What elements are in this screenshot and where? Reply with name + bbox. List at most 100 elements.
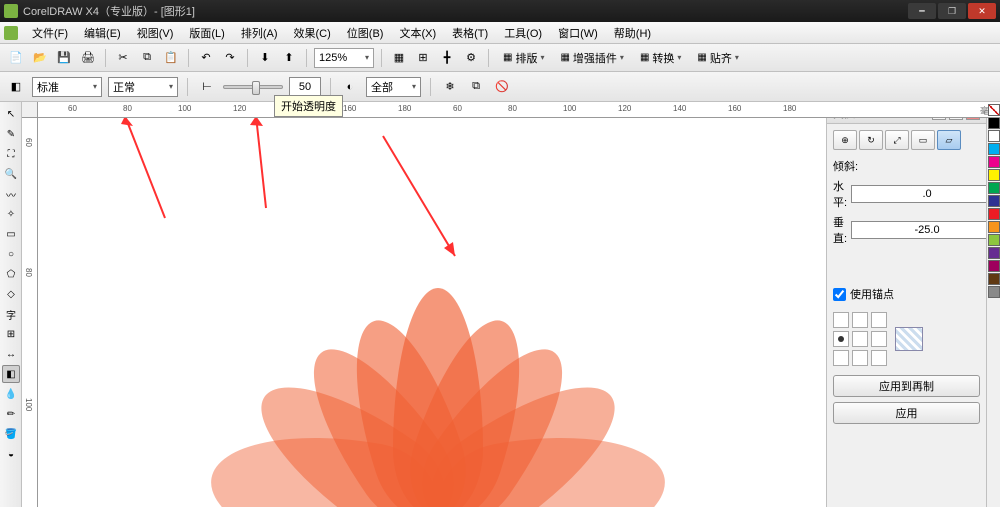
anchor-br[interactable] bbox=[871, 350, 887, 366]
menu-文件[interactable]: 文件(F) bbox=[24, 23, 76, 43]
guides-icon[interactable]: ╋ bbox=[437, 48, 457, 68]
save-icon[interactable]: 💾 bbox=[54, 48, 74, 68]
new-icon[interactable]: 📄 bbox=[6, 48, 26, 68]
clear-icon[interactable]: 🚫 bbox=[492, 77, 512, 97]
interactive-tool[interactable]: ◧ bbox=[2, 365, 20, 383]
skew-tab[interactable]: ▱ bbox=[937, 130, 961, 150]
blend-mode-select[interactable]: 正常 bbox=[108, 77, 178, 97]
close-button[interactable]: ✕ bbox=[968, 3, 996, 19]
smart-tool[interactable]: ✧ bbox=[2, 205, 20, 223]
toolbar-转换[interactable]: ▦ 转换▾ bbox=[633, 48, 688, 68]
anchor-bl[interactable] bbox=[833, 350, 849, 366]
undo-icon[interactable]: ↶ bbox=[196, 48, 216, 68]
color-swatch[interactable] bbox=[988, 273, 1000, 285]
print-icon[interactable]: 🖨 bbox=[78, 48, 98, 68]
color-swatch[interactable] bbox=[988, 247, 1000, 259]
toolbar-增强插件[interactable]: ▦ 增强插件▾ bbox=[553, 48, 630, 68]
maximize-button[interactable]: ❐ bbox=[938, 3, 966, 19]
size-tab[interactable]: ▭ bbox=[911, 130, 935, 150]
color-swatch[interactable] bbox=[988, 286, 1000, 298]
transparency-value-input[interactable] bbox=[289, 77, 321, 97]
transparency-tool-icon[interactable]: ◧ bbox=[6, 77, 26, 97]
color-swatch[interactable] bbox=[988, 234, 1000, 246]
import-icon[interactable]: ⬇ bbox=[255, 48, 275, 68]
toolbar-排版[interactable]: ▦ 排版▾ bbox=[496, 48, 551, 68]
basic-shapes-tool[interactable]: ◇ bbox=[2, 285, 20, 303]
color-swatch[interactable] bbox=[988, 130, 1000, 142]
menu-视图[interactable]: 视图(V) bbox=[129, 23, 182, 43]
anchor-grid[interactable] bbox=[833, 312, 887, 366]
rectangle-tool[interactable]: ▭ bbox=[2, 225, 20, 243]
menu-窗口[interactable]: 窗口(W) bbox=[550, 23, 606, 43]
options-icon[interactable]: ⚙ bbox=[461, 48, 481, 68]
crop-tool[interactable]: ⛶ bbox=[2, 145, 20, 163]
apply-button[interactable]: 应用 bbox=[833, 402, 980, 424]
horizontal-input[interactable] bbox=[851, 185, 1000, 203]
rotate-tab[interactable]: ↻ bbox=[859, 130, 883, 150]
color-swatch[interactable] bbox=[988, 156, 1000, 168]
menu-版面[interactable]: 版面(L) bbox=[181, 23, 232, 43]
open-icon[interactable]: 📂 bbox=[30, 48, 50, 68]
ellipse-tool[interactable]: ○ bbox=[2, 245, 20, 263]
color-swatch[interactable] bbox=[988, 221, 1000, 233]
scale-tab[interactable]: ⤢ bbox=[885, 130, 909, 150]
anchor-bc[interactable] bbox=[852, 350, 868, 366]
freehand-tool[interactable]: 〰 bbox=[2, 185, 20, 203]
color-swatch[interactable] bbox=[988, 195, 1000, 207]
snap-icon[interactable]: ▦ bbox=[389, 48, 409, 68]
menu-工具[interactable]: 工具(O) bbox=[496, 23, 550, 43]
copy-icon[interactable]: ⧉ bbox=[137, 48, 157, 68]
anchor-tc[interactable] bbox=[852, 312, 868, 328]
redo-icon[interactable]: ↷ bbox=[220, 48, 240, 68]
anchor-tl[interactable] bbox=[833, 312, 849, 328]
vertical-input[interactable] bbox=[851, 221, 1000, 239]
color-swatch[interactable] bbox=[988, 143, 1000, 155]
export-icon[interactable]: ⬆ bbox=[279, 48, 299, 68]
zoom-tool[interactable]: 🔍 bbox=[2, 165, 20, 183]
target-icon[interactable]: ◐ bbox=[340, 77, 360, 97]
fill-tool[interactable]: 🪣 bbox=[2, 425, 20, 443]
toolbar-贴齐[interactable]: ▦ 贴齐▾ bbox=[690, 48, 745, 68]
text-tool[interactable]: 字 bbox=[2, 305, 20, 323]
shape-tool[interactable]: ✎ bbox=[2, 125, 20, 143]
menu-效果[interactable]: 效果(C) bbox=[286, 23, 339, 43]
polygon-tool[interactable]: ⬠ bbox=[2, 265, 20, 283]
table-tool[interactable]: ⊞ bbox=[2, 325, 20, 343]
anchor-checkbox[interactable] bbox=[833, 288, 846, 301]
pick-tool[interactable]: ↖ bbox=[2, 105, 20, 123]
cut-icon[interactable]: ✂ bbox=[113, 48, 133, 68]
zoom-select[interactable]: 125% bbox=[314, 48, 374, 68]
transparency-type-select[interactable]: 标准 bbox=[32, 77, 102, 97]
scope-select[interactable]: 全部 bbox=[366, 77, 421, 97]
no-fill-swatch[interactable] bbox=[988, 104, 1000, 116]
copy-props-icon[interactable]: ⧉ bbox=[466, 77, 486, 97]
menu-文本[interactable]: 文本(X) bbox=[391, 23, 444, 43]
menu-编辑[interactable]: 编辑(E) bbox=[76, 23, 129, 43]
minimize-button[interactable]: ━ bbox=[908, 3, 936, 19]
menu-表格[interactable]: 表格(T) bbox=[444, 23, 496, 43]
apply-duplicate-button[interactable]: 应用到再制 bbox=[833, 375, 980, 397]
interactive-fill-tool[interactable]: ◒ bbox=[2, 445, 20, 463]
dimension-tool[interactable]: ↔ bbox=[2, 345, 20, 363]
grid-icon[interactable]: ⊞ bbox=[413, 48, 433, 68]
eyedropper-tool[interactable]: 💧 bbox=[2, 385, 20, 403]
edge-left-icon[interactable]: ⊢ bbox=[197, 77, 217, 97]
anchor-tr[interactable] bbox=[871, 312, 887, 328]
anchor-ml[interactable] bbox=[833, 331, 849, 347]
canvas[interactable] bbox=[38, 118, 826, 507]
ruler-origin[interactable] bbox=[22, 102, 38, 118]
anchor-mr[interactable] bbox=[871, 331, 887, 347]
color-swatch[interactable] bbox=[988, 182, 1000, 194]
color-swatch[interactable] bbox=[988, 169, 1000, 181]
position-tab[interactable]: ⊕ bbox=[833, 130, 857, 150]
transparency-slider[interactable] bbox=[223, 85, 283, 89]
anchor-mc[interactable] bbox=[852, 331, 868, 347]
paste-icon[interactable]: 📋 bbox=[161, 48, 181, 68]
menu-位图[interactable]: 位图(B) bbox=[339, 23, 392, 43]
color-swatch[interactable] bbox=[988, 208, 1000, 220]
color-swatch[interactable] bbox=[988, 260, 1000, 272]
menu-排列[interactable]: 排列(A) bbox=[233, 23, 286, 43]
freeze-icon[interactable]: ❄ bbox=[440, 77, 460, 97]
color-swatch[interactable] bbox=[988, 117, 1000, 129]
outline-tool[interactable]: ✏ bbox=[2, 405, 20, 423]
